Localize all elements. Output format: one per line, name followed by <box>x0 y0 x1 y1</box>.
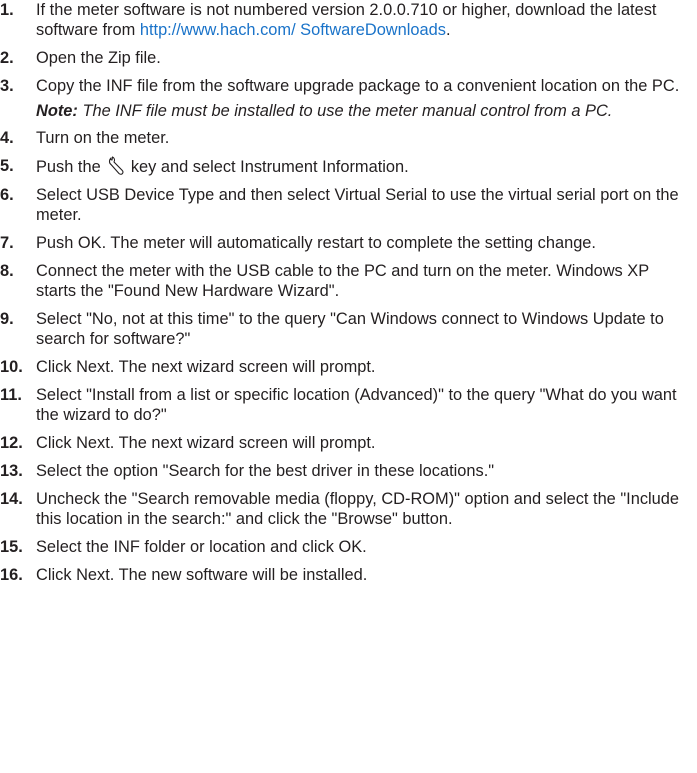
step-text: Uncheck the "Search removable media (flo… <box>36 490 680 528</box>
step-text: Select USB Device Type and then select V… <box>36 186 679 224</box>
step-text: Select "No, not at this time" to the que… <box>36 310 664 348</box>
list-item-step-7: 7. Push OK. The meter will automatically… <box>0 233 697 253</box>
step-number: 11. <box>0 386 22 404</box>
steps-list: 1. If the meter software is not numbered… <box>0 0 697 585</box>
step-number: 3. <box>0 77 14 95</box>
step-text: Select the INF folder or location and cl… <box>36 538 367 556</box>
list-item-step-8: 8. Connect the meter with the USB cable … <box>0 261 697 301</box>
list-item-step-1: 1. If the meter software is not numbered… <box>0 0 697 40</box>
step-text: Copy the INF file from the software upgr… <box>36 77 680 95</box>
list-item-step-11: 11. Select "Install from a list or speci… <box>0 385 697 425</box>
step-number: 12. <box>0 434 23 452</box>
step-text-end: key and select Instrument Information. <box>126 158 409 176</box>
list-item-step-15: 15. Select the INF folder or location an… <box>0 537 697 557</box>
list-item-step-10: 10. Click Next. The next wizard screen w… <box>0 357 697 377</box>
note-label: Note: <box>36 102 78 120</box>
software-downloads-link[interactable]: http://www.hach.com/ SoftwareDownloads <box>140 21 446 39</box>
step-number: 14. <box>0 490 23 508</box>
step-number: 15. <box>0 538 23 556</box>
list-item-step-14: 14. Uncheck the "Search removable media … <box>0 489 697 529</box>
step-number: 8. <box>0 262 14 280</box>
step-text: Turn on the meter. <box>36 129 170 147</box>
list-item-step-13: 13. Select the option "Search for the be… <box>0 461 697 481</box>
step-text: Push the <box>36 158 106 176</box>
list-item-step-4: 4. Turn on the meter. <box>0 128 697 148</box>
wrench-icon <box>107 156 125 176</box>
step-number: 10. <box>0 358 23 376</box>
list-item-step-3: 3. Copy the INF file from the software u… <box>0 76 697 96</box>
step-text: Click Next. The next wizard screen will … <box>36 358 376 376</box>
step-number: 1. <box>0 1 14 19</box>
step-text: Open the Zip file. <box>36 49 161 67</box>
step-number: 4. <box>0 129 14 147</box>
step-text: Push OK. The meter will automatically re… <box>36 234 596 252</box>
list-item-step-12: 12. Click Next. The next wizard screen w… <box>0 433 697 453</box>
step-number: 7. <box>0 234 14 252</box>
step-number: 5. <box>0 157 14 175</box>
list-item-step-2: 2. Open the Zip file. <box>0 48 697 68</box>
step-text-end: . <box>445 21 451 39</box>
list-item-step-6: 6. Select USB Device Type and then selec… <box>0 185 697 225</box>
step-text: Select the option "Search for the best d… <box>36 462 495 480</box>
step-number: 6. <box>0 186 14 204</box>
step-text: Click Next. The next wizard screen will … <box>36 434 376 452</box>
list-item-step-5: 5. Push the key and select Instrument In… <box>0 156 697 177</box>
step-number: 9. <box>0 310 14 328</box>
note-text: The INF file must be installed to use th… <box>77 102 613 120</box>
step-number: 2. <box>0 49 14 67</box>
list-item-step-9: 9. Select "No, not at this time" to the … <box>0 309 697 349</box>
step-text: Select "Install from a list or specific … <box>36 386 677 424</box>
step-text: Click Next. The new software will be ins… <box>36 566 368 584</box>
list-item-step-16: 16. Click Next. The new software will be… <box>0 565 697 585</box>
document-page: 1. If the meter software is not numbered… <box>0 0 697 773</box>
step-text: Connect the meter with the USB cable to … <box>36 262 649 300</box>
note: Note: The INF file must be installed to … <box>0 101 697 121</box>
step-number: 16. <box>0 566 23 584</box>
step-number: 13. <box>0 462 23 480</box>
